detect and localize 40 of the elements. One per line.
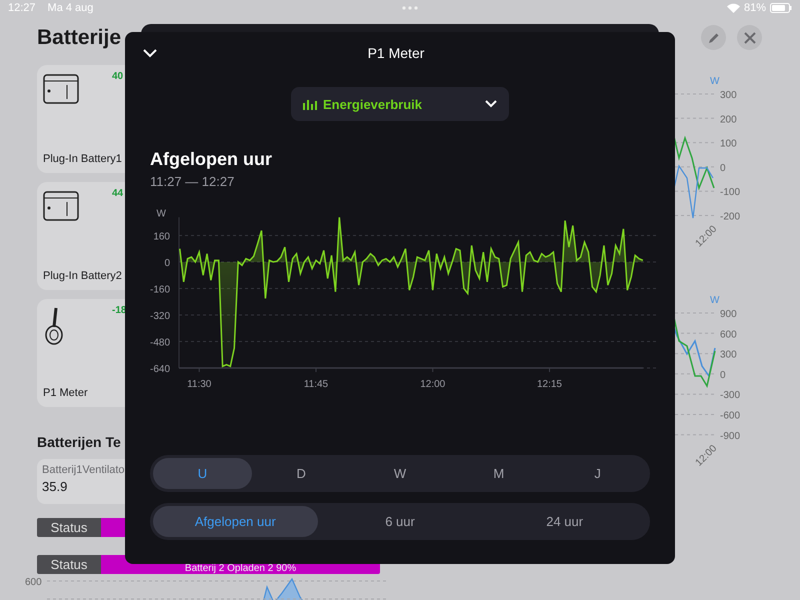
axis-label: -160 bbox=[150, 284, 170, 296]
axis-label: 11:45 bbox=[304, 379, 328, 389]
axis-label: -640 bbox=[150, 364, 170, 375]
axis-label: 0 bbox=[720, 370, 726, 381]
status-label: Status bbox=[37, 518, 101, 537]
unit-label: W bbox=[710, 296, 720, 306]
axis-label: 600 bbox=[25, 577, 42, 588]
axis-label: 11:30 bbox=[187, 379, 212, 389]
chart-heading: Afgelopen uur bbox=[150, 149, 273, 170]
axis-label: -480 bbox=[150, 338, 170, 348]
axis-label: -300 bbox=[720, 390, 740, 402]
axis-label: 0 bbox=[720, 162, 726, 174]
axis-label: 300 bbox=[720, 350, 737, 361]
power-reading: 40 bbox=[112, 71, 124, 82]
status-label: Status bbox=[37, 555, 101, 574]
axis-label: 160 bbox=[153, 232, 170, 242]
axis-label: -100 bbox=[720, 187, 740, 198]
axis-label: 600 bbox=[720, 329, 737, 340]
axis-label: -200 bbox=[720, 212, 740, 222]
device-name: P1 Meter bbox=[43, 387, 89, 399]
axis-label: 200 bbox=[720, 114, 737, 126]
sheet-title: P1 Meter bbox=[366, 45, 426, 61]
section-title: Batterijen Te bbox=[37, 434, 122, 450]
axis-label: -320 bbox=[150, 311, 170, 322]
axis-label: 300 bbox=[720, 90, 737, 101]
axis-label: 12:15 bbox=[536, 379, 562, 389]
axis-label: 900 bbox=[720, 309, 737, 320]
unit-label: W bbox=[710, 76, 720, 87]
page-title: Batterije bbox=[37, 26, 122, 50]
axis-label: 0 bbox=[164, 258, 170, 269]
axis-label: -900 bbox=[720, 430, 740, 442]
sensor-label: Batterij1Ventilato bbox=[42, 464, 125, 476]
axis-label: -600 bbox=[720, 410, 740, 422]
power-reading: 44 bbox=[112, 188, 124, 199]
axis-label: 100 bbox=[720, 138, 737, 150]
device-name: Plug-In Battery2 bbox=[43, 270, 123, 282]
axis-label: 12:00 bbox=[420, 379, 446, 389]
unit-label: W bbox=[156, 208, 166, 220]
sensor-value: 35.9 bbox=[42, 479, 68, 494]
time-range: 11:27 — 12:27 bbox=[150, 174, 236, 189]
